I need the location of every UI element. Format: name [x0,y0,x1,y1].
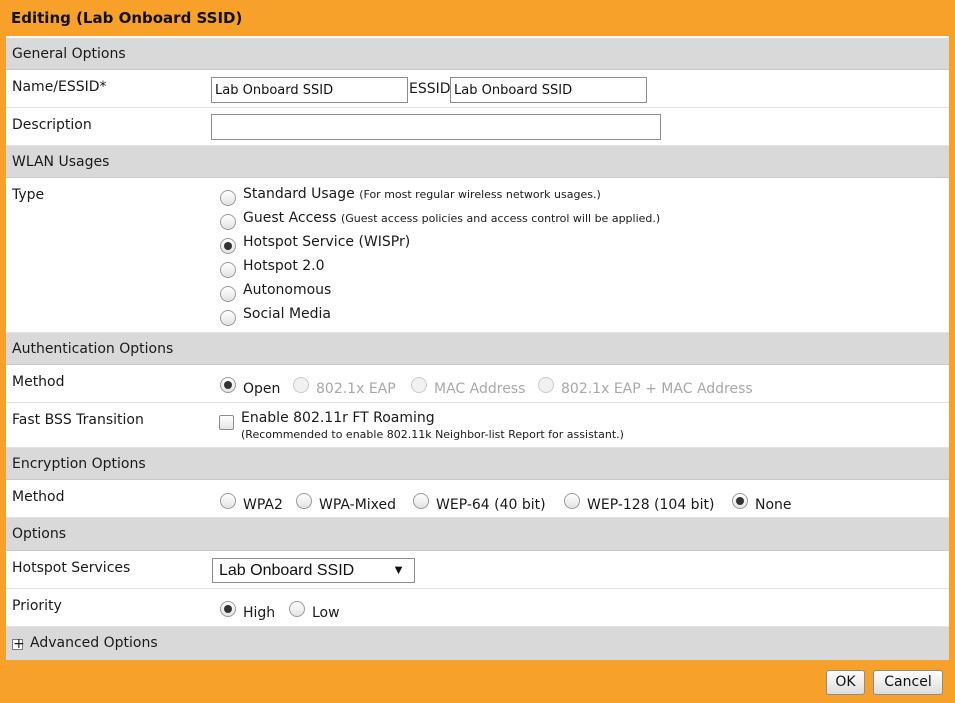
row-encryption-method: Method WPA2 WPA-Mixed WEP-64 (40 bit) WE… [6,480,949,518]
section-title: Options [12,526,67,542]
enc-none-radio[interactable] [732,493,748,509]
type-guest-access-radio[interactable] [220,214,236,230]
row-type: Type Standard Usage (For most regular wi… [6,178,949,333]
auth-open-radio[interactable] [220,377,236,393]
section-options: Options [6,518,949,551]
type-hotspot-service-radio[interactable] [220,238,236,254]
dialog-body: General Options Name/ESSID* ESSID Descri… [6,36,949,660]
hotspot-services-select[interactable]: Lab Onboard SSID ▼ [212,558,415,583]
type-hotspot-service-label: Hotspot Service (WISPr) [243,234,411,250]
auth-mac-address-radio[interactable] [411,377,427,393]
row-name-essid: Name/ESSID* ESSID [6,70,949,108]
enc-none-label: None [755,497,792,513]
name-input[interactable] [211,77,408,103]
section-authentication-options: Authentication Options [6,333,949,365]
auth-8021x-eap-label: 802.1x EAP [316,381,396,397]
row-fast-bss: Fast BSS Transition Enable 802.11r FT Ro… [6,403,949,448]
section-encryption-options: Encryption Options [6,448,949,480]
section-title: Authentication Options [12,341,174,357]
priority-low-radio[interactable] [289,601,305,617]
type-standard-usage-label: Standard Usage (For most regular wireles… [243,186,601,202]
type-hotspot-2-label: Hotspot 2.0 [243,258,325,274]
auth-eap-mac-radio[interactable] [538,377,554,393]
cancel-button[interactable]: Cancel [873,670,943,695]
ft-roaming-label: Enable 802.11r FT Roaming [241,410,435,426]
row-hotspot-services: Hotspot Services Lab Onboard SSID ▼ [6,551,949,589]
advanced-options-label: Advanced Options [30,635,158,651]
enc-wep64-radio[interactable] [413,493,429,509]
edit-wlan-dialog: Editing (Lab Onboard SSID) General Optio… [0,0,955,703]
hotspot-services-value: Lab Onboard SSID [219,562,355,579]
auth-mac-address-label: MAC Address [434,381,526,397]
type-hotspot-2-radio[interactable] [220,262,236,278]
priority-high-radio[interactable] [220,601,236,617]
row-description: Description [6,108,949,146]
encryption-method-label: Method [12,489,65,505]
auth-method-label: Method [12,374,65,390]
fast-bss-label: Fast BSS Transition [12,412,144,428]
essid-input[interactable] [450,77,647,103]
type-standard-usage-radio[interactable] [220,190,236,206]
enc-wpa-mixed-label: WPA-Mixed [319,497,397,513]
row-priority: Priority High Low [6,589,949,627]
essid-label: ESSID [409,81,451,97]
auth-8021x-eap-radio[interactable] [293,377,309,393]
row-auth-method: Method Open 802.1x EAP MAC Address 802.1… [6,365,949,403]
auth-eap-mac-label: 802.1x EAP + MAC Address [561,381,753,397]
type-guest-access-label: Guest Access (Guest access policies and … [243,210,661,226]
type-social-media-label: Social Media [243,306,332,322]
priority-high-label: High [243,605,276,621]
priority-low-label: Low [312,605,340,621]
hotspot-services-label: Hotspot Services [12,560,131,576]
section-title: Encryption Options [12,456,146,472]
enc-wpa2-label: WPA2 [243,497,283,513]
enc-wep128-label: WEP-128 (104 bit) [587,497,715,513]
enc-wpa2-radio[interactable] [220,493,236,509]
type-autonomous-radio[interactable] [220,286,236,302]
ft-roaming-checkbox[interactable] [219,415,234,430]
section-title: WLAN Usages [12,154,110,170]
type-autonomous-label: Autonomous [243,282,332,298]
enc-wep64-label: WEP-64 (40 bit) [436,497,546,513]
priority-label: Priority [12,598,62,614]
section-wlan-usages: WLAN Usages [6,146,949,178]
section-title: General Options [12,46,126,62]
type-label: Type [12,187,45,203]
type-social-media-radio[interactable] [220,310,236,326]
description-input[interactable] [211,114,661,140]
dialog-titlebar[interactable]: Editing (Lab Onboard SSID) [0,0,955,36]
name-essid-label: Name/ESSID* [12,79,107,95]
auth-open-label: Open [243,381,281,397]
ok-button[interactable]: OK [826,670,865,695]
expand-plus-icon[interactable]: + [12,637,25,651]
enc-wep128-radio[interactable] [564,493,580,509]
description-label: Description [12,117,92,133]
ft-roaming-note: (Recommended to enable 802.11k Neighbor-… [241,428,624,441]
section-general-options: General Options [6,38,949,70]
dropdown-arrow-icon: ▼ [392,562,405,577]
advanced-options-toggle[interactable]: + Advanced Options [6,627,949,660]
enc-wpa-mixed-radio[interactable] [296,493,312,509]
dialog-title: Editing (Lab Onboard SSID) [11,9,243,27]
